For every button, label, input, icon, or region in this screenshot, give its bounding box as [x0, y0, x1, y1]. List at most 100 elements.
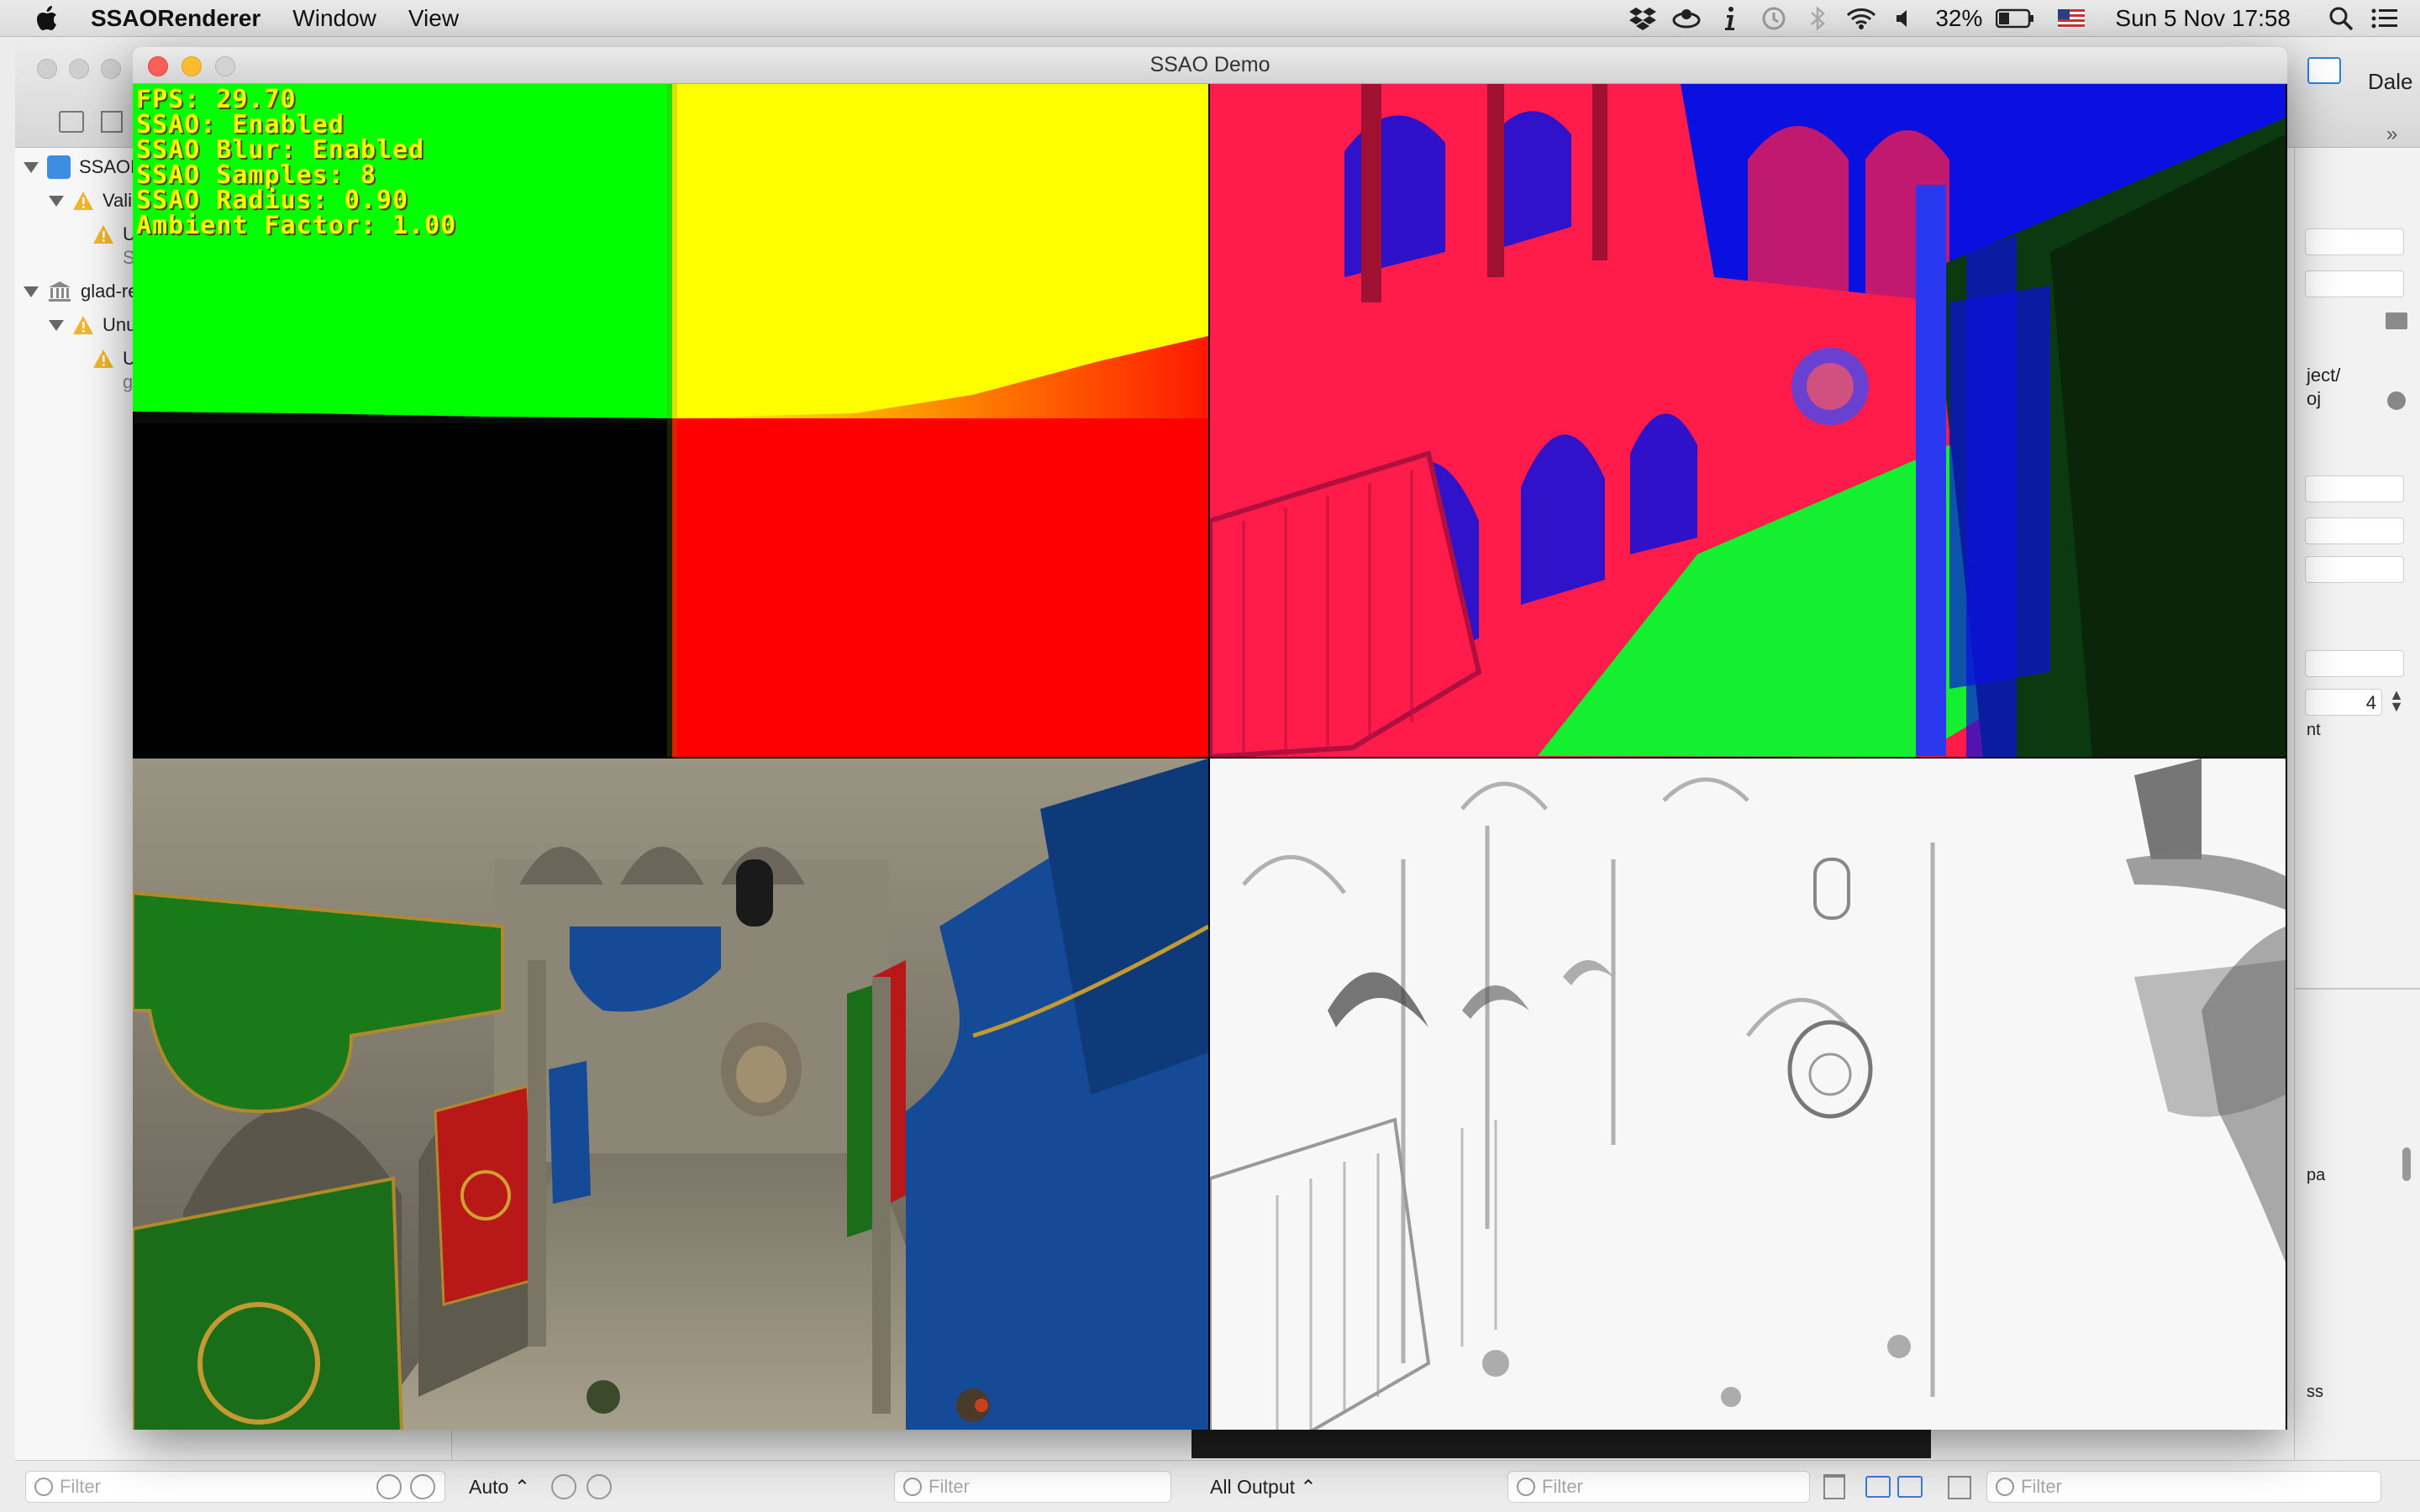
split-right-icon[interactable] [1897, 1476, 1923, 1498]
nav-row-validate-group[interactable]: Vali [49, 185, 132, 217]
nav-row-detail: g [123, 366, 133, 398]
minimize-button[interactable] [182, 56, 202, 76]
cloud-icon[interactable] [1668, 0, 1705, 37]
inspector-path-line-1: ject/ [2307, 365, 2341, 386]
filter-icon [1517, 1478, 1535, 1496]
disclosure-triangle-icon[interactable] [24, 286, 39, 297]
variables-filter-field[interactable]: Filter [894, 1471, 1171, 1503]
chevron-right-icon[interactable]: » [2386, 123, 2397, 146]
dropbox-icon[interactable] [1624, 0, 1661, 37]
clock[interactable]: Sun 5 Nov 17:58 [2115, 5, 2291, 32]
battery-icon[interactable] [1994, 0, 2036, 37]
bluetooth-icon[interactable] [1799, 0, 1836, 37]
menu-bar-status-area: 32% Sun 5 Nov 17:58 [1618, 0, 2420, 37]
zoom-button[interactable] [215, 56, 235, 76]
folder-icon[interactable] [2386, 312, 2407, 329]
clock-icon[interactable] [376, 1474, 402, 1499]
search-icon[interactable] [2323, 0, 2360, 37]
folder-icon[interactable] [59, 111, 84, 133]
menu-view[interactable]: View [408, 5, 459, 32]
grid-icon[interactable] [1948, 1476, 1971, 1499]
filter-icon [1996, 1478, 2014, 1496]
info-icon[interactable] [1712, 0, 1749, 37]
normal-buffer-view [1210, 84, 2286, 757]
apple-menu-icon[interactable] [30, 2, 64, 35]
menu-bar: SSAORenderer Window View 32% Sun 5 Nov 1… [0, 0, 2420, 37]
filter-icon [34, 1478, 53, 1496]
nav-row-label: Vali [103, 190, 133, 211]
info-circle-icon[interactable] [587, 1474, 612, 1499]
filter-placeholder: Filter [1542, 1476, 1583, 1497]
filter-placeholder: Filter [929, 1476, 970, 1497]
auto-label: Auto [469, 1475, 509, 1498]
nav-row-unused-group[interactable]: Unu [49, 309, 136, 341]
wifi-icon[interactable] [1843, 0, 1880, 37]
hud-fps: FPS: 29.70 [136, 85, 297, 114]
nav-row-label: glad-re [81, 281, 139, 302]
hud-ambient-factor: Ambient Factor: 1.00 [136, 211, 457, 240]
disclosure-triangle-icon[interactable] [49, 319, 64, 331]
nav-row-library[interactable]: glad-re [24, 276, 138, 307]
inspector-popup[interactable] [2305, 475, 2404, 502]
hud-overlay: FPS: 29.70 SSAO: Enabled SSAO Blur: Enab… [136, 87, 456, 239]
filter-placeholder: Filter [2021, 1476, 2062, 1497]
normal-buffer-image [1210, 84, 2286, 757]
all-output-label: All Output [1210, 1475, 1295, 1498]
inspector-pane: ject/ oj 4 ▲ ▼ nt pa ss [2294, 148, 2420, 1475]
output-popup[interactable]: All Output ⌃ [1210, 1471, 1317, 1503]
eye-icon[interactable] [551, 1474, 576, 1499]
flag-icon[interactable] [2053, 0, 2090, 37]
nav-row-project[interactable]: SSAOR [24, 151, 144, 183]
time-machine-icon[interactable] [1755, 0, 1792, 37]
xcode-minimize-button[interactable] [69, 59, 89, 79]
menu-app-name[interactable]: SSAORenderer [91, 5, 260, 32]
inspector-label: pa [2307, 1166, 2326, 1184]
window-title: SSAO Demo [1150, 53, 1270, 76]
warning-icon [73, 316, 93, 334]
inspector-popup[interactable] [2305, 650, 2404, 677]
divider [2295, 988, 2420, 990]
hud-ssao: SSAO: Enabled [136, 110, 345, 139]
trash-icon[interactable] [1823, 1474, 1845, 1499]
xcode-zoom-button[interactable] [101, 59, 121, 79]
xcode-project-icon [47, 155, 71, 179]
close-button[interactable] [148, 56, 168, 76]
filter-placeholder: Filter [60, 1476, 101, 1497]
arrow-circle-icon[interactable] [2387, 391, 2406, 410]
inspector-text-field[interactable] [2305, 228, 2404, 255]
disclosure-triangle-icon[interactable] [24, 161, 39, 173]
render-viewport[interactable]: FPS: 29.70 SSAO: Enabled SSAO Blur: Enab… [133, 84, 2287, 1430]
volume-icon[interactable] [1886, 0, 1923, 37]
inspector-text-field[interactable] [2305, 556, 2404, 583]
variables-scope-popup[interactable]: Auto ⌃ [469, 1471, 530, 1503]
split-left-icon[interactable] [1865, 1476, 1891, 1498]
menu-window[interactable]: Window [292, 5, 376, 32]
nav-row-label: g [123, 371, 134, 392]
ssao-demo-window: SSAO Demo FPS: 29.70 SSAO: Enabled SSAO … [133, 47, 2287, 1430]
inspector-number-field[interactable]: 4 [2305, 689, 2382, 716]
xcode-close-button[interactable] [37, 59, 57, 79]
warning-icon [93, 349, 113, 368]
console-filter-field[interactable]: Filter [1507, 1471, 1810, 1503]
warning-filter-icon[interactable] [410, 1474, 435, 1499]
warning-icon [93, 225, 113, 244]
ssao-buffer-image [1210, 759, 2286, 1430]
hud-ssao-radius: SSAO Radius: 0.90 [136, 186, 409, 215]
inspector-text-field[interactable] [2305, 517, 2404, 544]
inspector-toggle-icon[interactable] [2307, 57, 2341, 84]
albedo-buffer-image [133, 759, 1208, 1430]
library-filter-field[interactable]: Filter [1986, 1471, 2381, 1503]
inspector-path-line-2: oj [2307, 388, 2322, 409]
disclosure-triangle-icon[interactable] [49, 195, 64, 207]
library-icon [49, 281, 71, 302]
inspector-label: ss [2307, 1383, 2323, 1401]
ssao-window-titlebar[interactable]: SSAO Demo [133, 47, 2287, 84]
list-icon[interactable] [2366, 0, 2403, 37]
inspector-popup[interactable] [2305, 270, 2404, 297]
hud-ssao-samples: SSAO Samples: 8 [136, 160, 376, 190]
stepper-value: 4 [2365, 692, 2376, 713]
scrollbar-thumb[interactable] [2402, 1147, 2411, 1181]
stepper-arrows-icon[interactable]: ▲ ▼ [2387, 687, 2406, 714]
issue-navigator-icon[interactable] [101, 111, 123, 133]
hud-ssao-blur: SSAO Blur: Enabled [136, 135, 425, 165]
